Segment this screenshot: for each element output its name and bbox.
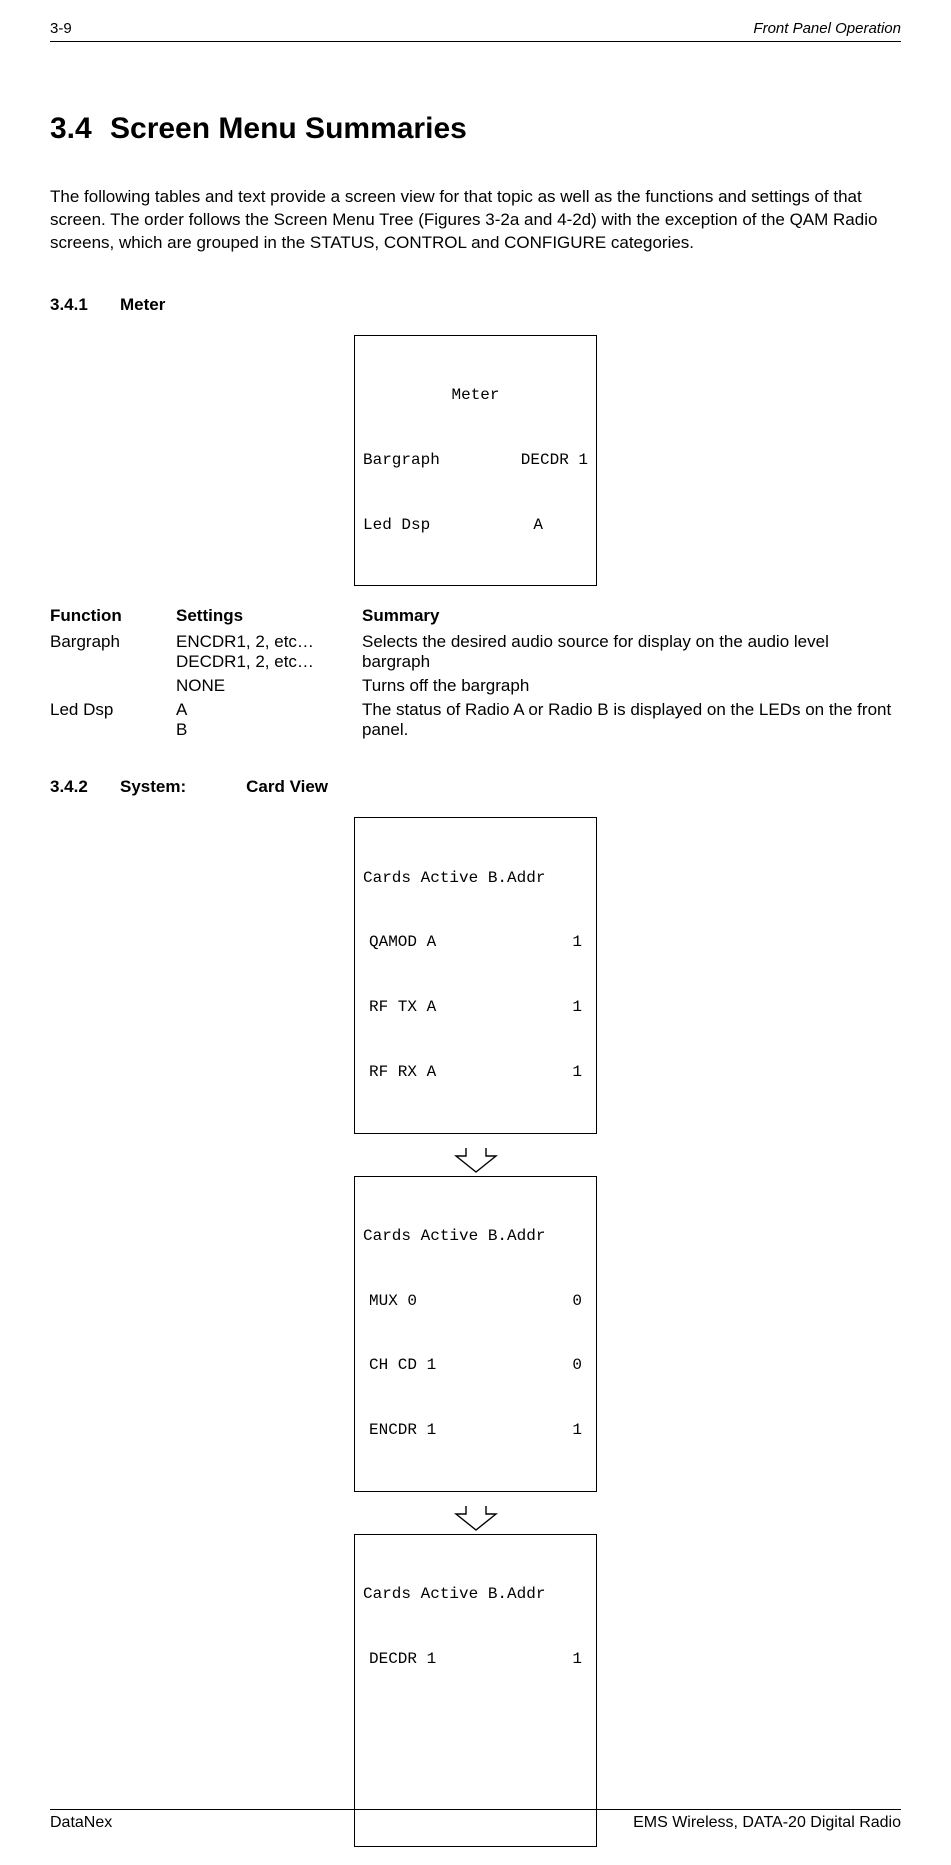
table-row: Led Dsp A B The status of Radio A or Rad…: [50, 698, 901, 742]
page-header: 3-9 Front Panel Operation: [50, 20, 901, 42]
screen-row: [363, 1777, 588, 1797]
screen-row: Bargraph DECDR 1: [363, 450, 588, 472]
screen-row: RF RX A 1: [363, 1062, 588, 1084]
screen-cell: Bargraph: [363, 450, 440, 472]
screen-cell: QAMOD A: [369, 932, 436, 954]
screen-cell: 1: [572, 997, 582, 1019]
screen-cell: RF RX A: [369, 1062, 436, 1084]
screen-cell: 0: [572, 1355, 582, 1377]
table-header-row: Function Settings Summary: [50, 604, 901, 630]
sub-num: 3.4.1: [50, 295, 120, 315]
section-num: 3.4: [50, 112, 110, 146]
screen-cell: DECDR 1: [369, 1649, 436, 1671]
section-title: 3.4Screen Menu Summaries: [50, 112, 901, 146]
screen-cell: A: [533, 515, 588, 537]
cardview-screen-box: Cards Active B.Addr QAMOD A 1 RF TX A 1 RF…: [354, 817, 597, 1133]
td-function: Bargraph: [50, 630, 176, 674]
cardview-screen-box: Cards Active B.Addr MUX 0 0 CH CD 1 0 ENCD…: [354, 1176, 597, 1492]
screen-cell: 1: [572, 1062, 582, 1084]
screen-cell: 1: [572, 1649, 582, 1671]
screen-row: QAMOD A 1: [363, 932, 588, 954]
td-function: Led Dsp: [50, 698, 176, 742]
header-section: Front Panel Operation: [753, 20, 901, 37]
screen-cell: DECDR 1: [521, 450, 588, 472]
td-settings: NONE: [176, 674, 362, 698]
page-footer: DataNex EMS Wireless, DATA-20 Digital Ra…: [50, 1809, 901, 1832]
th-settings: Settings: [176, 604, 362, 630]
sub-label-2: Card View: [246, 777, 328, 797]
td-function: [50, 674, 176, 698]
screen-row: DECDR 1 1: [363, 1649, 588, 1671]
th-function: Function: [50, 604, 176, 630]
footer-right: EMS Wireless, DATA-20 Digital Radio: [633, 1814, 901, 1832]
table-row: Bargraph ENCDR1, 2, etc… DECDR1, 2, etc……: [50, 630, 901, 674]
meter-screen-box: Meter Bargraph DECDR 1 Led Dsp A: [354, 335, 597, 587]
page-number: 3-9: [50, 20, 72, 37]
td-summary: Selects the desired audio source for dis…: [362, 630, 901, 674]
sub-label-1: System:: [120, 777, 186, 796]
section-text: Screen Menu Summaries: [110, 112, 467, 145]
th-summary: Summary: [362, 604, 901, 630]
table-row: NONE Turns off the bargraph: [50, 674, 901, 698]
arrow-down-icon: [446, 1506, 506, 1532]
subheading-cardview: 3.4.2System: Card View: [50, 777, 901, 797]
screen-row: Led Dsp A: [363, 515, 588, 537]
td-summary: Turns off the bargraph: [362, 674, 901, 698]
screen-cell: 0: [572, 1291, 582, 1313]
screen-cell: 1: [572, 1420, 582, 1442]
screen-header: Cards Active B.Addr: [363, 868, 588, 890]
screen-cell: RF TX A: [369, 997, 436, 1019]
meter-table: Function Settings Summary Bargraph ENCDR…: [50, 604, 901, 742]
intro-paragraph: The following tables and text provide a …: [50, 186, 901, 255]
td-settings: ENCDR1, 2, etc… DECDR1, 2, etc…: [176, 630, 362, 674]
screen-row: RF TX A 1: [363, 997, 588, 1019]
screen-row: MUX 0 0: [363, 1291, 588, 1313]
meter-screen-title: Meter: [363, 385, 588, 407]
sub-label: Meter: [120, 295, 165, 314]
arrow-down-icon: [446, 1148, 506, 1174]
screen-header: Cards Active B.Addr: [363, 1584, 588, 1606]
screen-cell: CH CD 1: [369, 1355, 436, 1377]
cardview-screen-box: Cards Active B.Addr DECDR 1 1: [354, 1534, 597, 1847]
subheading-meter: 3.4.1Meter: [50, 295, 901, 315]
screen-row: CH CD 1 0: [363, 1355, 588, 1377]
td-settings: A B: [176, 698, 362, 742]
screen-cell: ENCDR 1: [369, 1420, 436, 1442]
footer-left: DataNex: [50, 1814, 112, 1832]
sub-num: 3.4.2: [50, 777, 120, 797]
screen-row: [363, 1714, 588, 1734]
screen-cell: 1: [572, 932, 582, 954]
screen-cell: Led Dsp: [363, 515, 430, 537]
screen-row: ENCDR 1 1: [363, 1420, 588, 1442]
td-summary: The status of Radio A or Radio B is disp…: [362, 698, 901, 742]
screen-cell: MUX 0: [369, 1291, 417, 1313]
screen-header: Cards Active B.Addr: [363, 1226, 588, 1248]
